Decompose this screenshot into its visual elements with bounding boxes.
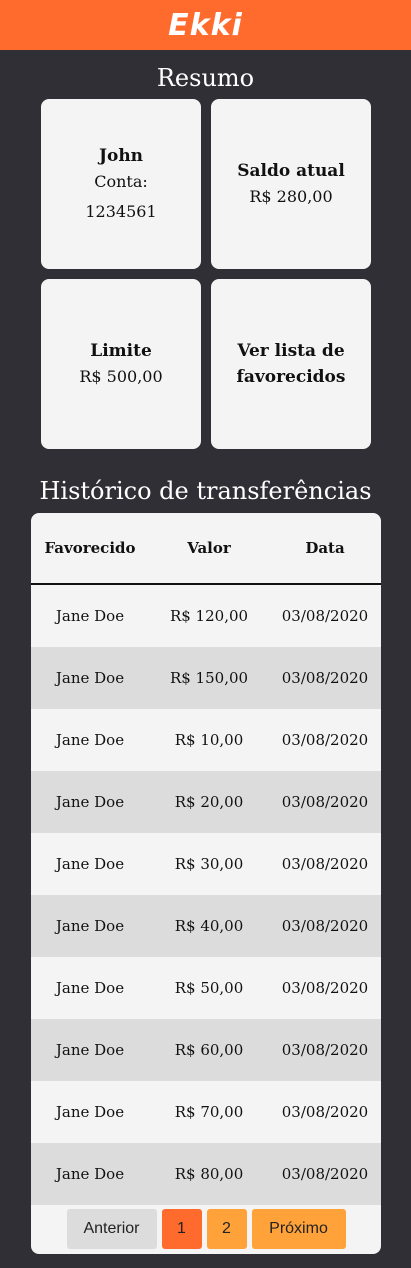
table-row: Jane Doe R$ 50,00 03/08/2020 [31, 957, 381, 1019]
table-row: Jane Doe R$ 60,00 03/08/2020 [31, 1019, 381, 1081]
summary-title: Resumo [156, 64, 255, 92]
column-header-data: Data [269, 513, 381, 585]
transfer-history-table: Favorecido Valor Data Jane Doe R$ 120,00 0… [31, 513, 381, 1254]
table-row: Jane Doe R$ 120,00 03/08/2020 [31, 584, 381, 647]
cell-valor: R$ 80,00 [149, 1143, 269, 1205]
favorites-line2: favorecidos [236, 367, 346, 387]
history-title: Histórico de transferências [39, 477, 372, 505]
cell-favorecido: Jane Doe [55, 1103, 125, 1121]
cell-valor: R$ 60,00 [149, 1019, 269, 1081]
balance-card: Saldo atual R$ 280,00 [211, 99, 371, 269]
page-1-button[interactable]: 1 [161, 1209, 202, 1249]
cell-valor: R$ 10,00 [174, 731, 244, 749]
cell-favorecido: Jane Doe [31, 1019, 149, 1081]
cell-data: 03/08/2020 [269, 1143, 381, 1205]
table-row: Jane Doe R$ 70,00 03/08/2020 [31, 1081, 381, 1143]
cell-data: 03/08/2020 [269, 647, 381, 709]
cell-data: 03/08/2020 [281, 731, 369, 749]
page-2-button[interactable]: 2 [206, 1209, 247, 1249]
favorites-list-card[interactable]: Ver lista de favorecidos [211, 279, 371, 449]
cell-data: 03/08/2020 [281, 855, 369, 873]
table-row: Jane Doe R$ 40,00 03/08/2020 [31, 895, 381, 957]
balance-value: R$ 280,00 [249, 187, 333, 206]
table-row: Jane Doe R$ 30,00 03/08/2020 [31, 833, 381, 895]
cell-favorecido: Jane Doe [31, 647, 149, 709]
limit-value: R$ 500,00 [79, 367, 163, 386]
cell-valor: R$ 20,00 [149, 771, 269, 833]
cell-favorecido: Jane Doe [55, 979, 125, 997]
cell-data: 03/08/2020 [269, 1019, 381, 1081]
account-card: John Conta: 1234561 [41, 99, 201, 269]
column-header-favorecido: Favorecido [31, 513, 149, 585]
cell-favorecido: Jane Doe [31, 895, 149, 957]
account-number: 1234561 [85, 202, 157, 221]
cell-data: 03/08/2020 [281, 607, 369, 625]
account-name: John [98, 146, 144, 166]
account-label: Conta: [94, 172, 148, 191]
limit-card: Limite R$ 500,00 [41, 279, 201, 449]
favorites-line1: Ver lista de [237, 341, 345, 361]
cell-data: 03/08/2020 [269, 771, 381, 833]
cell-valor: R$ 150,00 [149, 647, 269, 709]
cell-favorecido: Jane Doe [31, 1143, 149, 1205]
cell-data: 03/08/2020 [269, 895, 381, 957]
cell-valor: R$ 50,00 [174, 979, 244, 997]
cell-valor: R$ 30,00 [174, 855, 244, 873]
summary-cards: John Conta: 1234561 Saldo atual R$ 280,0… [41, 99, 371, 449]
limit-label: Limite [90, 341, 152, 361]
table-row: Jane Doe R$ 10,00 03/08/2020 [31, 709, 381, 771]
cell-favorecido: Jane Doe [55, 855, 125, 873]
column-header-valor: Valor [149, 513, 269, 585]
pagination: Anterior 1 2 Próximo [31, 1205, 381, 1254]
table-row: Jane Doe R$ 80,00 03/08/2020 [31, 1143, 381, 1205]
table-row: Jane Doe R$ 20,00 03/08/2020 [31, 771, 381, 833]
app-header: Ekki [0, 0, 411, 50]
cell-data: 03/08/2020 [281, 1103, 369, 1121]
previous-page-button[interactable]: Anterior [66, 1209, 157, 1249]
cell-valor: R$ 120,00 [169, 607, 249, 625]
cell-favorecido: Jane Doe [55, 731, 125, 749]
logo: Ekki [168, 7, 243, 43]
cell-valor: R$ 40,00 [149, 895, 269, 957]
next-page-button[interactable]: Próximo [251, 1209, 346, 1249]
balance-label: Saldo atual [237, 161, 345, 181]
cell-valor: R$ 70,00 [174, 1103, 244, 1121]
cell-data: 03/08/2020 [281, 979, 369, 997]
cell-favorecido: Jane Doe [31, 771, 149, 833]
cell-favorecido: Jane Doe [55, 607, 125, 625]
table-header-row: Favorecido Valor Data [31, 513, 381, 585]
table-row: Jane Doe R$ 150,00 03/08/2020 [31, 647, 381, 709]
